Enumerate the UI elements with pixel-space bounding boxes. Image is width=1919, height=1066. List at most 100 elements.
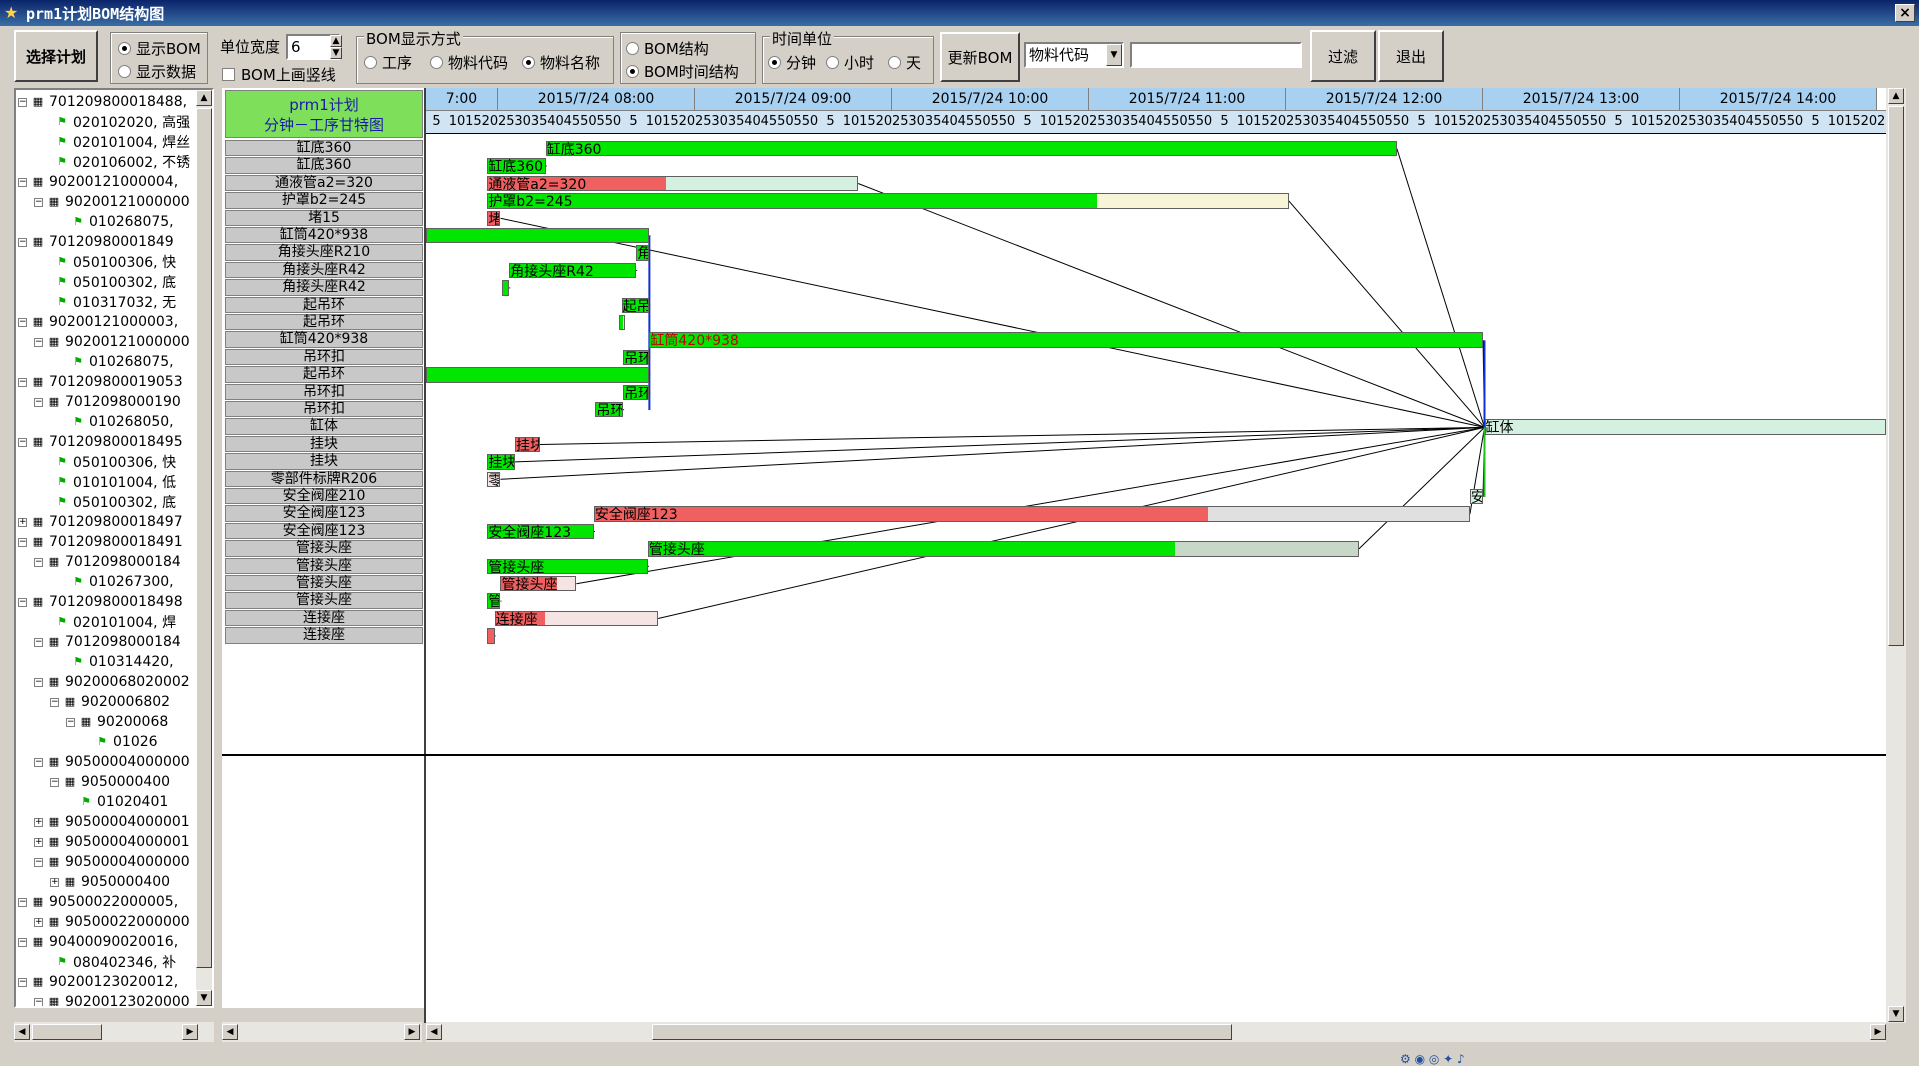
bom-struct-radio[interactable]: BOM结构 <box>626 38 709 59</box>
tree-node[interactable]: − ▦ 701209800018498 <box>18 592 183 612</box>
scroll-left-icon[interactable]: ◀ <box>426 1024 442 1040</box>
tree-toggle-icon[interactable]: − <box>34 857 43 867</box>
close-button[interactable]: × <box>1895 4 1915 22</box>
gantt-bar[interactable] <box>426 228 650 244</box>
scroll-right-icon[interactable]: ▶ <box>182 1024 198 1040</box>
gantt-bar[interactable]: 管接头座 <box>487 558 648 574</box>
gantt-bar[interactable]: 护罩b2=245 <box>487 193 1289 209</box>
select-plan-button[interactable]: 选择计划 <box>14 30 98 82</box>
tree-node[interactable]: − ▦ 90200121000000 <box>34 332 190 352</box>
disp-code-radio[interactable]: 物料代码 <box>430 52 508 73</box>
tree-node[interactable]: − ▦ 7012098000184 <box>34 552 181 572</box>
tree-node[interactable]: − ▦ 90200123020012, <box>18 972 178 992</box>
tree-node[interactable]: ⚑ 080402346, 补 <box>42 952 176 972</box>
tree-toggle-icon[interactable]: + <box>18 517 27 527</box>
row-label[interactable]: 缸底360 <box>225 140 423 157</box>
tree-node[interactable]: − ▦ 90200068020002 <box>34 672 190 692</box>
row-label[interactable]: 缸底360 <box>225 157 423 174</box>
tree-node[interactable]: − ▦ 90500004000000 <box>34 852 190 872</box>
row-label[interactable]: 安全阀座210 <box>225 488 423 505</box>
tree-node[interactable]: ⚑ 050100306, 快 <box>42 452 176 472</box>
row-label[interactable]: 缸体 <box>225 418 423 435</box>
tree-node[interactable]: − ▦ 90500004000000 <box>34 752 190 772</box>
row-label[interactable]: 吊环扣 <box>225 401 423 418</box>
gantt-bar[interactable]: 管接头座 <box>500 576 577 592</box>
tree-node[interactable]: + ▦ 90500004000001 <box>34 832 190 852</box>
scroll-up-icon[interactable]: ▲ <box>1888 88 1904 104</box>
row-label[interactable]: 角接头座R210 <box>225 244 423 261</box>
gantt-bar[interactable] <box>487 628 495 644</box>
row-label[interactable]: 吊环扣 <box>225 383 423 400</box>
row-label[interactable]: 连接座 <box>225 609 423 627</box>
tree-hscroll-thumb[interactable] <box>32 1024 102 1040</box>
tree-node[interactable]: − ▦ 90200121000000 <box>34 192 190 212</box>
row-label[interactable]: 堵15 <box>225 209 423 226</box>
gantt-bar[interactable]: 安全阀座123 <box>593 506 1470 522</box>
gantt-bar[interactable]: 安 <box>1469 489 1484 505</box>
unit-day-radio[interactable]: 天 <box>888 52 921 73</box>
tree-toggle-icon[interactable]: − <box>34 197 43 207</box>
row-label[interactable]: 吊环扣 <box>225 348 423 366</box>
tree-node[interactable]: ⚑ 010268075, <box>58 212 174 232</box>
row-label[interactable]: 安全阀座123 <box>225 505 423 522</box>
gantt-vertical-scrollbar[interactable]: ▲ ▼ <box>1886 88 1906 1023</box>
row-label[interactable]: 安全阀座123 <box>225 522 423 540</box>
tree-node[interactable]: ⚑ 050100302, 底 <box>42 272 176 292</box>
tree-node[interactable]: − ▦ 7012098000190 <box>34 392 181 412</box>
tree-node[interactable]: + ▦ 701209800018497 <box>18 512 183 532</box>
row-label[interactable]: 通液管a2=320 <box>225 174 423 192</box>
gantt-bar[interactable]: 起吊 <box>621 297 650 313</box>
gantt-bar[interactable]: 角接头座R42 <box>509 262 637 279</box>
tree-scroll-thumb[interactable] <box>196 108 212 968</box>
scroll-down-icon[interactable]: ▼ <box>196 990 212 1006</box>
tree-toggle-icon[interactable]: − <box>66 717 75 727</box>
tree-node[interactable]: + ▦ 90500022000000 <box>34 912 190 932</box>
tree-node[interactable]: − ▦ 90200068 <box>66 712 168 732</box>
row-label[interactable]: 挂块 <box>225 453 423 470</box>
tree-node[interactable]: − ▦ 90200121000004, <box>18 172 178 192</box>
tree-toggle-icon[interactable]: − <box>50 697 59 707</box>
tree-toggle-icon[interactable]: − <box>18 977 27 987</box>
tree-node[interactable]: − ▦ 90400090020016, <box>18 932 178 952</box>
row-label[interactable]: 管接头座 <box>225 540 423 557</box>
tree-toggle-icon[interactable]: + <box>34 917 43 927</box>
gantt-bar[interactable]: 缸体 <box>1484 419 1886 435</box>
gantt-bar[interactable]: 通液管a2=320 <box>487 175 859 192</box>
gantt-bar[interactable]: 吊环 <box>623 349 650 366</box>
gantt-vscroll-thumb[interactable] <box>1888 106 1904 646</box>
tree-node[interactable]: − ▦ 7012098000184 <box>34 632 181 652</box>
scroll-right-icon[interactable]: ▶ <box>404 1024 420 1040</box>
gantt-bar[interactable]: 角 <box>636 245 650 261</box>
tree-toggle-icon[interactable]: − <box>34 397 43 407</box>
row-label[interactable]: 角接头座R42 <box>225 279 423 296</box>
filter-button[interactable]: 过滤 <box>1310 30 1376 82</box>
tree-node[interactable]: + ▦ 90500004000001 <box>34 812 190 832</box>
tree-node[interactable]: ⚑ 020101004, 焊 <box>42 612 176 632</box>
spin-down-icon[interactable]: ▼ <box>330 47 342 59</box>
row-label[interactable]: 护罩b2=245 <box>225 192 423 209</box>
tree-node[interactable]: ⚑ 050100306, 快 <box>42 252 176 272</box>
gantt-bar[interactable]: 安全阀座123 <box>487 523 594 540</box>
tree-toggle-icon[interactable]: − <box>18 597 27 607</box>
gantt-hscroll-thumb[interactable] <box>652 1024 1232 1040</box>
bom-time-struct-radio[interactable]: BOM时间结构 <box>626 61 739 82</box>
tree-node[interactable]: ⚑ 01026 <box>82 732 157 752</box>
row-label[interactable]: 缸筒420*938 <box>225 227 423 244</box>
tree-toggle-icon[interactable]: − <box>18 377 27 387</box>
disp-process-radio[interactable]: 工序 <box>364 52 412 73</box>
tree-node[interactable]: − ▦ 90500022000005, <box>18 892 178 912</box>
gantt-bar[interactable]: 吊环 <box>595 402 624 418</box>
panel-splitter[interactable] <box>424 88 426 1023</box>
gantt-bar[interactable]: 挂块 <box>487 454 516 470</box>
row-label[interactable]: 起吊环 <box>225 296 423 313</box>
tree-toggle-icon[interactable]: − <box>18 177 27 187</box>
gantt-bar[interactable] <box>501 280 510 296</box>
scroll-right-icon[interactable]: ▶ <box>1870 1024 1886 1040</box>
gantt-bar[interactable]: 吊环 <box>623 384 650 400</box>
gantt-bar[interactable]: 挂块 <box>515 436 540 453</box>
tree-toggle-icon[interactable]: − <box>34 757 43 767</box>
row-label[interactable]: 连接座 <box>225 627 423 644</box>
filter-input[interactable] <box>1130 42 1302 68</box>
tree-node[interactable]: + ▦ 9050000400 <box>50 872 170 892</box>
show-data-radio[interactable]: 显示数据 <box>118 61 196 82</box>
